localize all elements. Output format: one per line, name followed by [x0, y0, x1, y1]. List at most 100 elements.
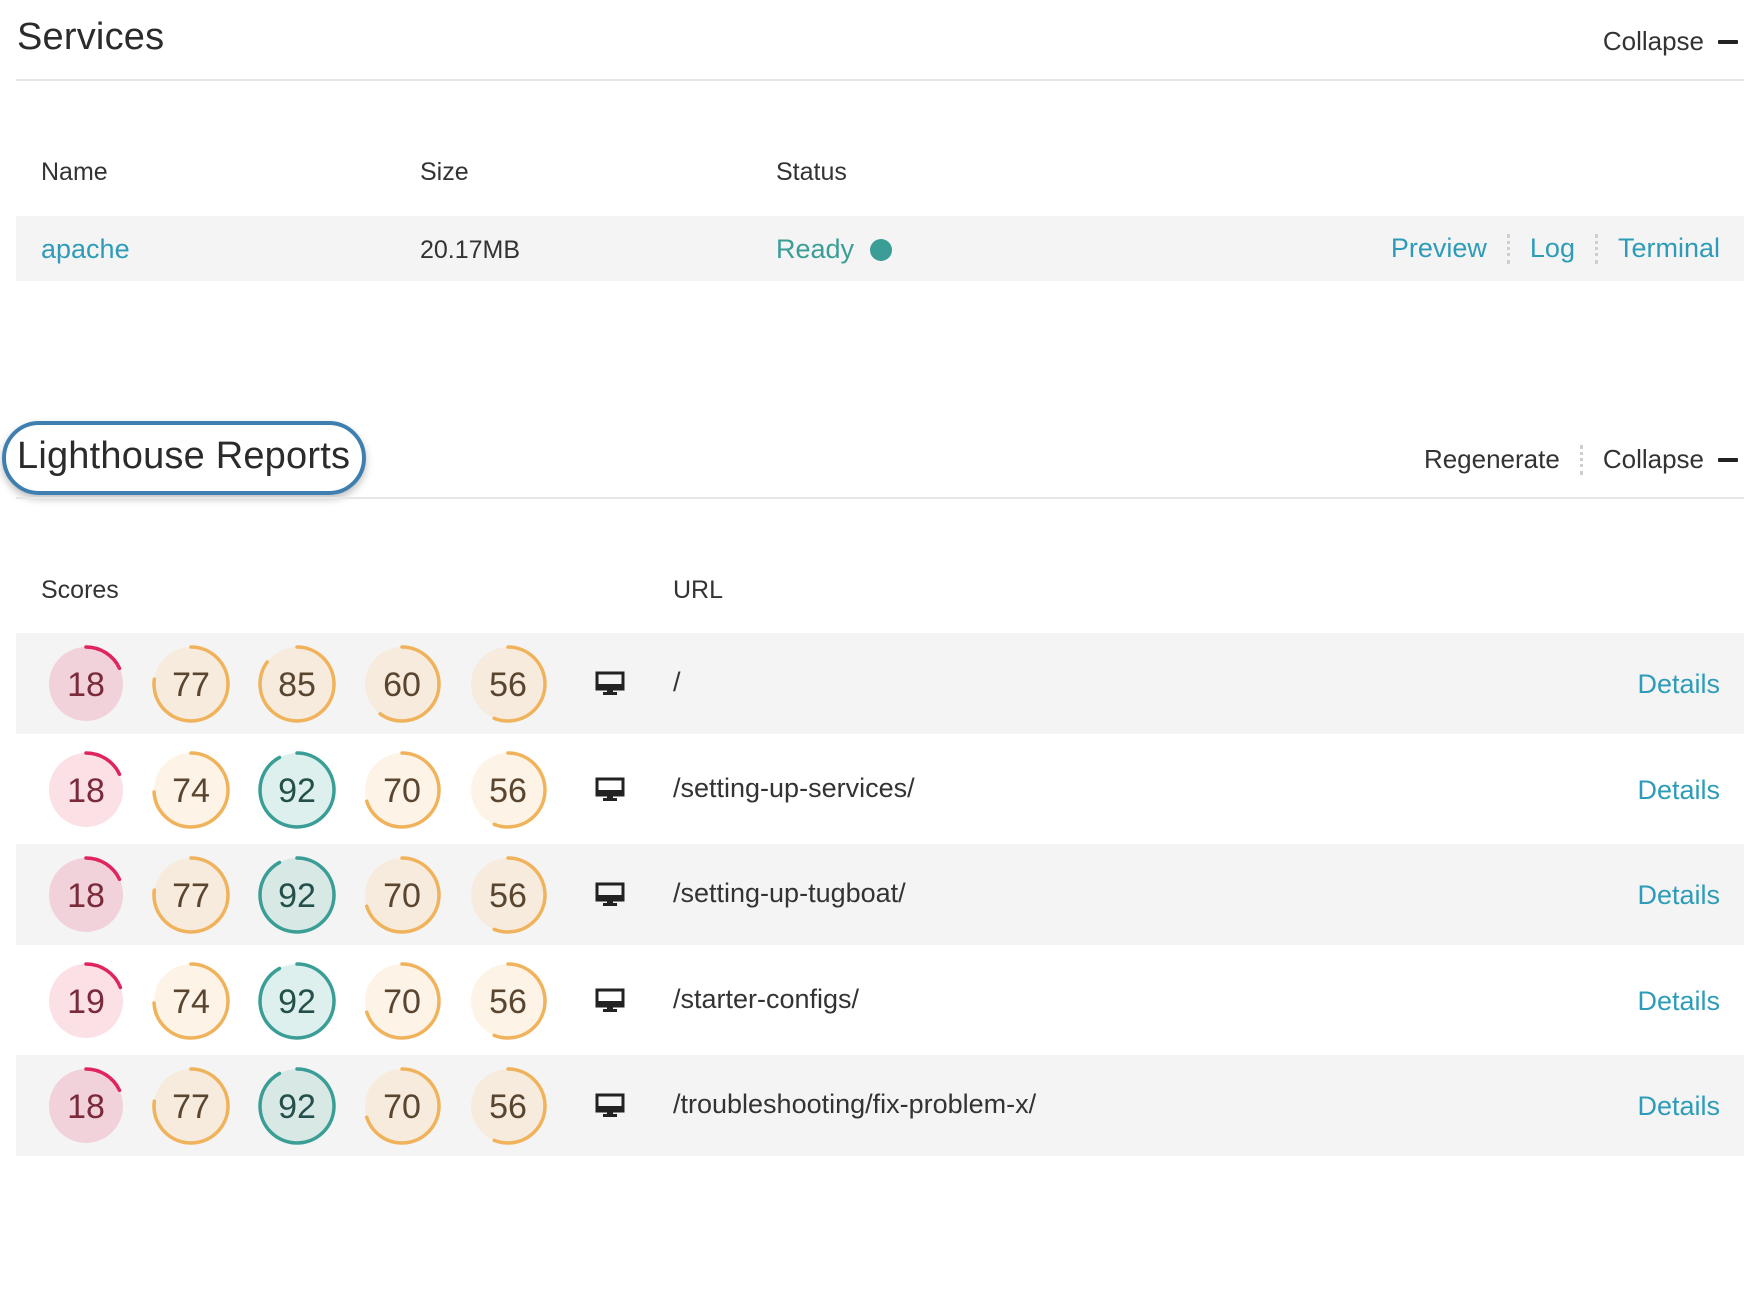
- score-value: 70: [383, 877, 421, 915]
- score-value: 70: [383, 1088, 421, 1126]
- score-gauge: 85: [258, 645, 336, 723]
- score-value: 74: [172, 772, 210, 810]
- score-gauge: 70: [363, 750, 441, 829]
- score-gauge: 60: [363, 645, 441, 723]
- score-value: 18: [67, 666, 105, 704]
- report-row: 18 77 92 70 56/troubleshooting/fix-problem-x…: [16, 1055, 1744, 1157]
- status-dot-icon: [870, 238, 893, 261]
- regenerate-button[interactable]: Regenerate: [1424, 444, 1560, 475]
- score-gauge: 18: [47, 750, 125, 829]
- lighthouse-header-actions: Regenerate Collapse: [1424, 444, 1738, 475]
- column-header-status: Status: [776, 158, 847, 186]
- score-gauge: 56: [469, 750, 547, 829]
- report-row: 18 77 92 70 56/setting-up-tugboat/Details: [16, 844, 1744, 946]
- section-divider: [16, 497, 1744, 499]
- column-header-url: URL: [673, 576, 724, 604]
- score-value: 60: [383, 666, 421, 704]
- column-header-scores: Scores: [41, 576, 119, 604]
- score-value: 92: [278, 1088, 316, 1126]
- score-value: 92: [278, 772, 316, 810]
- score-gauge: 77: [152, 645, 230, 723]
- score-value: 77: [172, 877, 210, 915]
- score-gauge: 70: [363, 962, 441, 1040]
- score-value: 18: [67, 1088, 105, 1126]
- service-name-link[interactable]: apache: [41, 234, 130, 265]
- minus-icon: [1718, 39, 1738, 44]
- report-url: /setting-up-services/: [673, 772, 915, 803]
- report-url: /starter-configs/: [673, 983, 860, 1014]
- action-separator: [1506, 233, 1510, 264]
- score-value: 77: [172, 666, 210, 704]
- score-gauge: 56: [469, 645, 547, 723]
- score-value: 19: [67, 983, 105, 1021]
- score-value: 77: [172, 1088, 210, 1126]
- column-header-size: Size: [420, 158, 469, 186]
- score-gauge: 18: [47, 856, 125, 934]
- lighthouse-title: Lighthouse Reports: [17, 435, 351, 477]
- status-text: Ready: [776, 234, 855, 264]
- details-link[interactable]: Details: [1637, 1091, 1720, 1122]
- report-row: 19 74 92 70 56/starter-configs/Details: [16, 950, 1744, 1051]
- score-gauge: 56: [469, 962, 547, 1040]
- service-row: apache 20.17MB Ready Preview Log Termina…: [16, 216, 1744, 281]
- details-link[interactable]: Details: [1637, 880, 1720, 911]
- report-url: /troubleshooting/fix-problem-x/: [673, 1089, 1037, 1120]
- details-link[interactable]: Details: [1637, 669, 1720, 700]
- score-value: 70: [383, 983, 421, 1021]
- score-value: 92: [278, 877, 316, 915]
- desktop-monitor-icon: [595, 882, 625, 907]
- report-url: /: [673, 667, 681, 697]
- details-link[interactable]: Details: [1637, 775, 1720, 806]
- column-header-name: Name: [41, 158, 108, 186]
- terminal-link[interactable]: Terminal: [1618, 233, 1720, 264]
- collapse-label: Collapse: [1602, 444, 1704, 474]
- score-gauge: 56: [469, 856, 547, 934]
- score-value: 56: [489, 666, 527, 704]
- desktop-monitor-icon: [595, 1093, 625, 1118]
- report-url: /setting-up-tugboat/: [673, 878, 906, 909]
- action-separator: [1579, 444, 1583, 475]
- details-link[interactable]: Details: [1637, 986, 1720, 1017]
- score-value: 18: [67, 877, 105, 915]
- score-gauge: 18: [47, 645, 125, 723]
- preview-link[interactable]: Preview: [1391, 233, 1487, 264]
- score-gauge: 19: [47, 962, 125, 1040]
- score-gauge: 92: [258, 856, 336, 934]
- lighthouse-collapse-button[interactable]: Collapse: [1603, 444, 1738, 475]
- service-status: Ready: [776, 234, 893, 265]
- score-gauge: 77: [152, 1067, 230, 1146]
- score-value: 56: [489, 877, 527, 915]
- score-gauge: 56: [469, 1067, 547, 1146]
- score-value: 56: [489, 772, 527, 810]
- score-gauge: 92: [258, 1067, 336, 1146]
- score-gauge: 92: [258, 750, 336, 829]
- score-value: 85: [278, 666, 316, 704]
- service-size: 20.17MB: [420, 236, 521, 264]
- report-row: 18 77 85 60 56 / Details: [16, 633, 1744, 734]
- section-divider: [16, 79, 1744, 81]
- services-title: Services: [17, 16, 165, 58]
- score-gauge: 74: [152, 962, 230, 1040]
- services-collapse-button[interactable]: Collapse: [1603, 26, 1738, 57]
- action-separator: [1594, 233, 1598, 264]
- minus-icon: [1718, 457, 1738, 462]
- score-gauge: 70: [363, 856, 441, 934]
- desktop-monitor-icon: [595, 777, 625, 801]
- score-value: 92: [278, 983, 316, 1021]
- service-actions: Preview Log Terminal: [1391, 233, 1720, 264]
- log-link[interactable]: Log: [1530, 233, 1575, 264]
- score-gauge: 77: [152, 856, 230, 934]
- score-value: 74: [172, 983, 210, 1021]
- score-value: 56: [489, 983, 527, 1021]
- score-value: 18: [67, 772, 105, 810]
- score-gauge: 92: [258, 962, 336, 1040]
- score-gauge: 74: [152, 750, 230, 829]
- report-row: 18 74 92 70 56/setting-up-services/Details: [16, 739, 1744, 840]
- score-value: 56: [489, 1088, 527, 1126]
- desktop-monitor-icon: [595, 671, 625, 695]
- collapse-label: Collapse: [1602, 26, 1704, 56]
- desktop-monitor-icon: [595, 988, 625, 1012]
- score-gauge: 18: [47, 1067, 125, 1146]
- score-gauge: 70: [363, 1067, 441, 1146]
- score-value: 70: [383, 772, 421, 810]
